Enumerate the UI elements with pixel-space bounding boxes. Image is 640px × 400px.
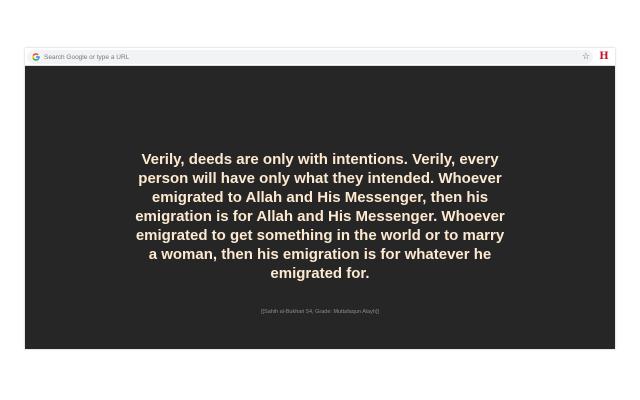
star-icon[interactable]: ☆ — [582, 51, 590, 63]
hadith-source: ([Sahih al-Bukhari 54, Grade: Muttafaqun… — [260, 309, 380, 315]
new-tab-page: Verily, deeds are only with intentions. … — [25, 66, 615, 349]
search-input[interactable] — [44, 50, 564, 64]
browser-window: ☆ H Verily, deeds are only with intentio… — [25, 48, 615, 349]
google-g-icon — [32, 53, 40, 61]
hadith-quote: Verily, deeds are only with intentions. … — [135, 151, 505, 282]
browser-toolbar: ☆ H — [25, 48, 615, 66]
address-bar[interactable]: ☆ — [27, 50, 593, 64]
extension-icon[interactable]: H — [598, 50, 610, 64]
